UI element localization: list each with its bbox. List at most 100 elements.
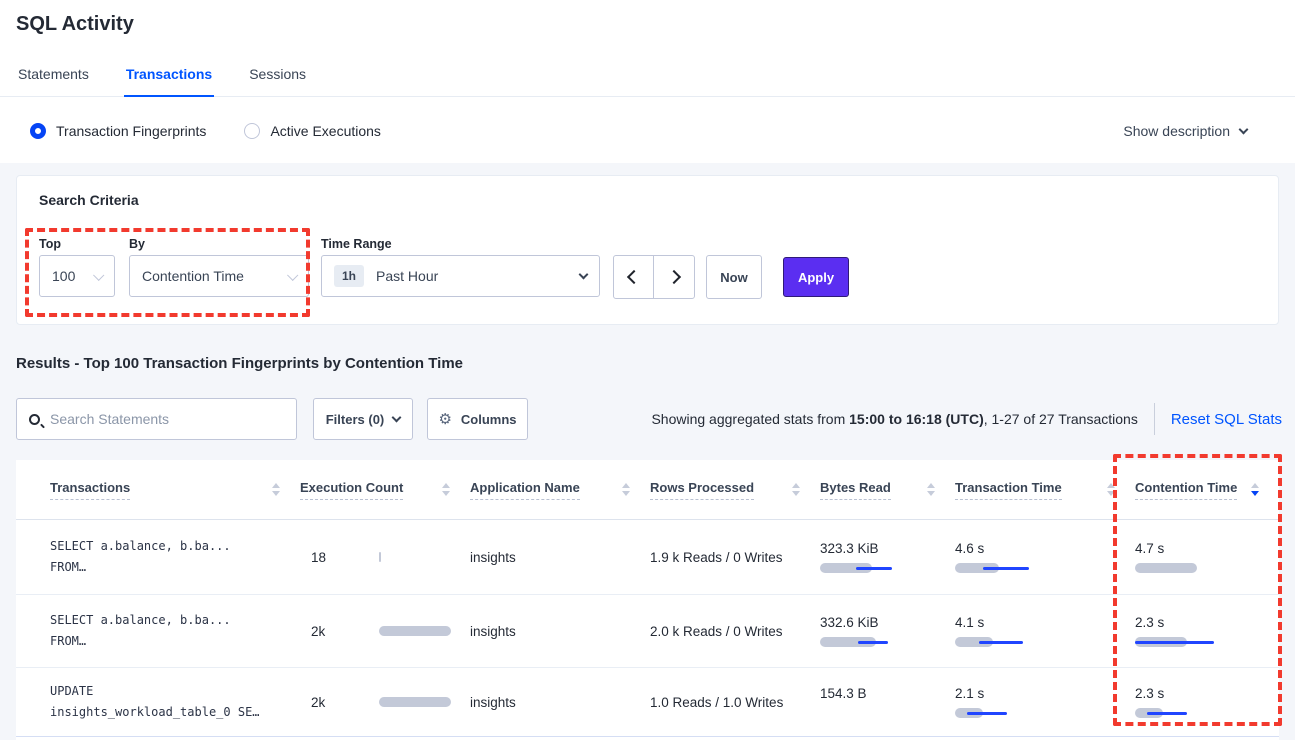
radio-active-executions[interactable]: Active Executions <box>244 123 381 139</box>
view-toggle-bar: Transaction Fingerprints Active Executio… <box>0 98 1295 163</box>
execution-count-cell: 18 <box>300 520 470 594</box>
table-header-row: Transactions Execution Count Application… <box>16 460 1279 520</box>
column-header-transaction-time[interactable]: Transaction Time <box>955 480 1135 500</box>
time-range-arrows <box>613 255 695 299</box>
stats-time-range: 15:00 to 16:18 (UTC) <box>849 411 984 427</box>
chevron-down-icon <box>287 270 298 281</box>
chevron-down-icon <box>392 413 402 423</box>
tab-statements[interactable]: Statements <box>16 66 91 97</box>
bytes-read-bar <box>820 708 900 718</box>
bytes-read-bar <box>820 563 900 573</box>
top-select[interactable]: 100 <box>39 255 115 297</box>
stats-suffix: , 1-27 of 27 Transactions <box>984 411 1138 427</box>
column-header-bytes-read[interactable]: Bytes Read <box>820 480 955 500</box>
now-button[interactable]: Now <box>706 255 762 299</box>
sort-icon <box>622 483 630 496</box>
search-criteria-heading: Search Criteria <box>39 192 139 208</box>
time-range-next-button[interactable] <box>654 256 694 298</box>
page-header: SQL Activity Statements Transactions Ses… <box>0 0 1295 97</box>
application-name-cell: insights <box>470 595 650 667</box>
filters-button[interactable]: Filters (0) <box>313 398 413 440</box>
chevron-down-icon <box>1239 124 1249 134</box>
time-range-select[interactable]: 1h Past Hour <box>321 255 600 297</box>
page-title: SQL Activity <box>16 13 134 36</box>
chevron-down-icon <box>579 270 589 280</box>
column-header-transactions[interactable]: Transactions <box>50 480 300 500</box>
reset-sql-stats-link[interactable]: Reset SQL Stats <box>1171 411 1282 428</box>
search-icon <box>29 414 40 425</box>
contention-time-bar <box>1135 708 1215 718</box>
time-range-prev-button[interactable] <box>614 256 654 298</box>
sort-icon <box>1107 483 1115 496</box>
radio-unselected-icon <box>244 123 260 139</box>
execution-count-cell: 2k <box>300 595 470 667</box>
rows-processed-cell: 1.9 k Reads / 0 Writes <box>650 520 820 594</box>
bytes-read-cell: 332.6 KiB <box>820 595 955 667</box>
transaction-fingerprint-link[interactable]: SELECT a.balance, b.ba... FROM… <box>50 595 300 667</box>
toolbar-right: Showing aggregated stats from 15:00 to 1… <box>651 398 1282 440</box>
show-description-toggle[interactable]: Show description <box>1123 123 1265 139</box>
column-header-rows-processed[interactable]: Rows Processed <box>650 480 820 500</box>
sql-activity-page: SQL Activity Statements Transactions Ses… <box>0 0 1295 740</box>
column-header-contention-time[interactable]: Contention Time <box>1135 480 1279 500</box>
top-select-value: 100 <box>52 268 75 284</box>
time-range-badge: 1h <box>334 265 364 287</box>
tab-transactions[interactable]: Transactions <box>124 66 214 97</box>
tab-sessions[interactable]: Sessions <box>247 66 308 97</box>
search-criteria-card: Search Criteria Top By Time Range 100 Co… <box>16 175 1279 325</box>
transaction-time-bar <box>955 637 1035 647</box>
stats-prefix: Showing aggregated stats from <box>651 411 849 427</box>
aggregated-stats-text: Showing aggregated stats from 15:00 to 1… <box>651 411 1137 427</box>
transaction-time-cell: 4.1 s <box>955 595 1135 667</box>
sort-icon <box>927 483 935 496</box>
chevron-left-icon <box>626 270 640 284</box>
show-description-label: Show description <box>1123 123 1230 139</box>
sort-icon-active-desc <box>1251 483 1259 496</box>
bytes-read-cell: 154.3 B <box>820 668 955 736</box>
execution-count-bar <box>379 626 459 636</box>
bytes-read-cell: 323.3 KiB <box>820 520 955 594</box>
by-select-value: Contention Time <box>142 268 244 284</box>
application-name-cell: insights <box>470 520 650 594</box>
transaction-time-cell: 2.1 s <box>955 668 1135 736</box>
column-header-execution-count[interactable]: Execution Count <box>300 480 470 500</box>
transaction-time-cell: 4.6 s <box>955 520 1135 594</box>
radio-transaction-fingerprints[interactable]: Transaction Fingerprints <box>30 123 206 139</box>
transaction-fingerprint-link[interactable]: UPDATE insights_workload_table_0 SE… <box>50 668 300 736</box>
column-header-application-name[interactable]: Application Name <box>470 480 650 500</box>
table-row: SELECT a.balance, b.ba... FROM… 18 insig… <box>16 520 1279 595</box>
rows-processed-cell: 2.0 k Reads / 0 Writes <box>650 595 820 667</box>
radio-label: Active Executions <box>270 123 381 139</box>
columns-button[interactable]: ⚙ Columns <box>427 398 528 440</box>
contention-time-cell: 2.3 s <box>1135 595 1279 667</box>
execution-count-bar <box>379 697 459 707</box>
columns-button-label: Columns <box>461 412 517 427</box>
contention-time-cell: 4.7 s <box>1135 520 1279 594</box>
apply-button[interactable]: Apply <box>783 257 849 297</box>
sort-icon <box>272 483 280 496</box>
contention-time-cell: 2.3 s <box>1135 668 1279 736</box>
results-heading: Results - Top 100 Transaction Fingerprin… <box>16 355 463 372</box>
execution-count-cell: 2k <box>300 668 470 736</box>
radio-selected-icon <box>30 123 46 139</box>
chevron-down-icon <box>93 270 104 281</box>
table-row: UPDATE insights_workload_table_0 SE… 2k … <box>16 668 1279 737</box>
radio-label: Transaction Fingerprints <box>56 123 206 139</box>
transaction-fingerprint-link[interactable]: SELECT a.balance, b.ba... FROM… <box>50 520 300 594</box>
time-range-value: Past Hour <box>376 268 438 284</box>
transaction-time-bar <box>955 563 1035 573</box>
vertical-divider <box>1154 403 1155 435</box>
by-label: By <box>129 237 145 251</box>
gear-icon: ⚙ <box>438 412 451 427</box>
chevron-right-icon <box>667 270 681 284</box>
tab-bar: Statements Transactions Sessions <box>16 66 308 97</box>
execution-count-bar <box>379 552 459 562</box>
filters-button-label: Filters (0) <box>326 412 385 427</box>
application-name-cell: insights <box>470 668 650 736</box>
by-select[interactable]: Contention Time <box>129 255 309 297</box>
transactions-table: Transactions Execution Count Application… <box>16 460 1279 740</box>
top-label: Top <box>39 237 61 251</box>
bytes-read-bar <box>820 637 900 647</box>
search-statements-input[interactable] <box>50 411 284 427</box>
search-statements-box <box>16 398 297 440</box>
